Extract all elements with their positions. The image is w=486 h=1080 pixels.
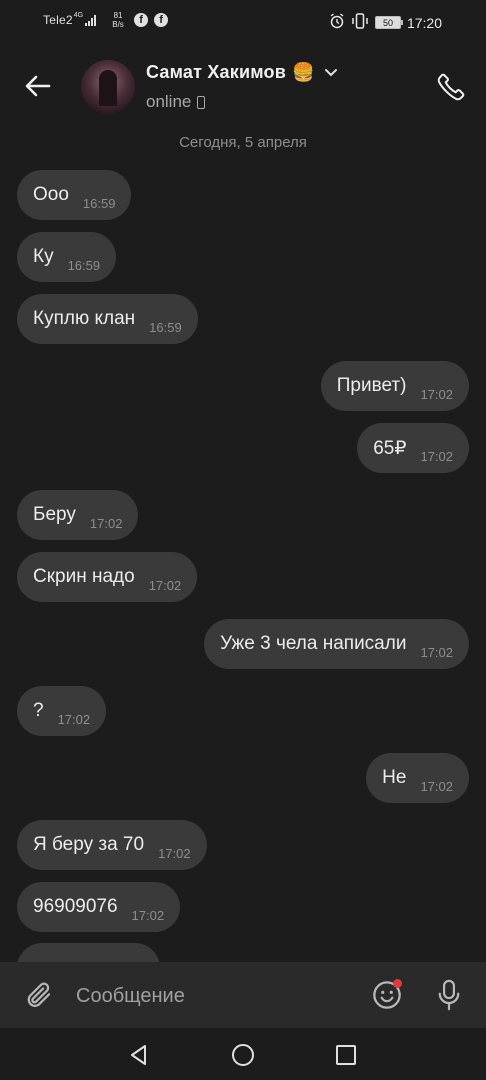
message-incoming[interactable]: Беру 17:02 xyxy=(17,490,139,540)
message-text: Ку xyxy=(33,246,54,267)
message-outgoing[interactable]: 65₽ 17:02 xyxy=(357,423,469,473)
emoji-button[interactable] xyxy=(368,976,406,1014)
message-time: 16:59 xyxy=(67,257,101,273)
network-type: 4G xyxy=(73,11,84,19)
phone-icon xyxy=(437,73,465,101)
contact-name: Самат Хакимов xyxy=(146,62,286,82)
message-incoming[interactable]: ? 17:02 xyxy=(17,686,107,736)
system-nav-bar xyxy=(0,1028,486,1080)
signal-icon xyxy=(85,14,97,26)
home-circle-icon xyxy=(232,1044,254,1066)
nav-recents-button[interactable] xyxy=(331,1040,361,1070)
message-text: Уже 3 чела написали xyxy=(220,633,407,654)
message-text: Беру xyxy=(33,504,76,525)
message-text: Не xyxy=(382,767,407,788)
vibrate-icon xyxy=(351,13,369,32)
name-emoji: 🍔 xyxy=(291,62,315,82)
message-text: ? xyxy=(33,700,44,721)
back-button[interactable] xyxy=(18,68,58,104)
message-time: 17:02 xyxy=(148,577,182,593)
notification-dot xyxy=(393,979,402,988)
nav-back-button[interactable] xyxy=(124,1040,154,1070)
status-bar: Tele2 4G 81 B/s f f 50 17:20 xyxy=(0,0,486,46)
message-time: 17:02 xyxy=(420,386,453,402)
message-time: 17:02 xyxy=(57,711,91,727)
status-bar-left: Tele2 4G 81 B/s f f xyxy=(43,11,169,29)
chevron-down-icon xyxy=(325,68,338,76)
message-composer xyxy=(0,962,486,1028)
contact-status: online xyxy=(146,92,206,112)
recents-square-icon xyxy=(336,1045,356,1065)
call-button[interactable] xyxy=(432,68,470,106)
back-arrow-icon xyxy=(25,75,51,97)
avatar[interactable] xyxy=(81,60,135,114)
status-bar-right: 50 17:20 xyxy=(329,13,442,32)
date-separator: Сегодня, 5 апреля xyxy=(179,134,307,151)
network-speed-value: 81 xyxy=(113,11,123,20)
message-outgoing[interactable]: Уже 3 чела написали 17:02 xyxy=(204,619,469,669)
carrier-label: Tele2 xyxy=(43,13,73,27)
message-time: 17:02 xyxy=(420,778,453,794)
battery-icon: 50 xyxy=(374,16,403,29)
chat-header: Самат Хакимов 🍔 online xyxy=(0,46,486,126)
network-speed-unit: B/s xyxy=(112,20,124,29)
message-time: 17:02 xyxy=(131,907,165,923)
message-incoming[interactable]: Ку 16:59 xyxy=(17,232,117,282)
back-triangle-icon xyxy=(131,1045,146,1065)
message-outgoing[interactable]: Не 17:02 xyxy=(366,753,469,803)
facebook-icon: f xyxy=(154,13,169,27)
network-speed: 81 B/s xyxy=(108,11,128,29)
message-time: 17:02 xyxy=(89,515,123,531)
message-time: 17:02 xyxy=(420,448,453,464)
message-incoming[interactable]: Куплю клан 16:59 xyxy=(17,294,198,344)
clock: 17:20 xyxy=(406,14,442,31)
facebook-icon: f xyxy=(134,13,149,27)
status-text: online xyxy=(146,92,192,111)
message-text: Я беру за 70 xyxy=(33,834,145,855)
message-text: Ооо xyxy=(33,184,69,205)
message-time: 16:59 xyxy=(82,195,116,211)
message-list[interactable]: Сегодня, 5 апреля Ооо 16:59 Ку 16:59 Куп… xyxy=(0,126,486,962)
message-incoming-partial[interactable] xyxy=(17,943,160,962)
message-text: Куплю клан xyxy=(33,308,136,329)
message-outgoing[interactable]: Привет) 17:02 xyxy=(320,361,469,411)
message-incoming[interactable]: Скрин надо 17:02 xyxy=(17,552,198,602)
alarm-icon xyxy=(329,13,345,32)
message-text: Привет) xyxy=(336,375,407,396)
message-input[interactable] xyxy=(76,978,356,1014)
message-text: Скрин надо xyxy=(33,566,135,587)
message-text: 65₽ xyxy=(373,437,407,459)
message-text: 96909076 xyxy=(33,896,118,917)
message-time: 17:02 xyxy=(420,644,453,660)
message-incoming[interactable]: Ооо 16:59 xyxy=(17,170,132,220)
mobile-device-icon xyxy=(197,95,206,109)
voice-message-button[interactable] xyxy=(430,976,468,1014)
message-incoming[interactable]: 96909076 17:02 xyxy=(17,882,181,932)
paperclip-icon xyxy=(27,982,51,1007)
message-time: 17:02 xyxy=(158,845,191,861)
contact-name-row[interactable]: Самат Хакимов 🍔 xyxy=(146,62,338,83)
message-time: 16:59 xyxy=(149,319,182,335)
attach-button[interactable] xyxy=(20,976,58,1014)
nav-home-button[interactable] xyxy=(228,1040,258,1070)
message-incoming[interactable]: Я беру за 70 17:02 xyxy=(17,820,207,870)
microphone-icon xyxy=(438,979,460,1011)
